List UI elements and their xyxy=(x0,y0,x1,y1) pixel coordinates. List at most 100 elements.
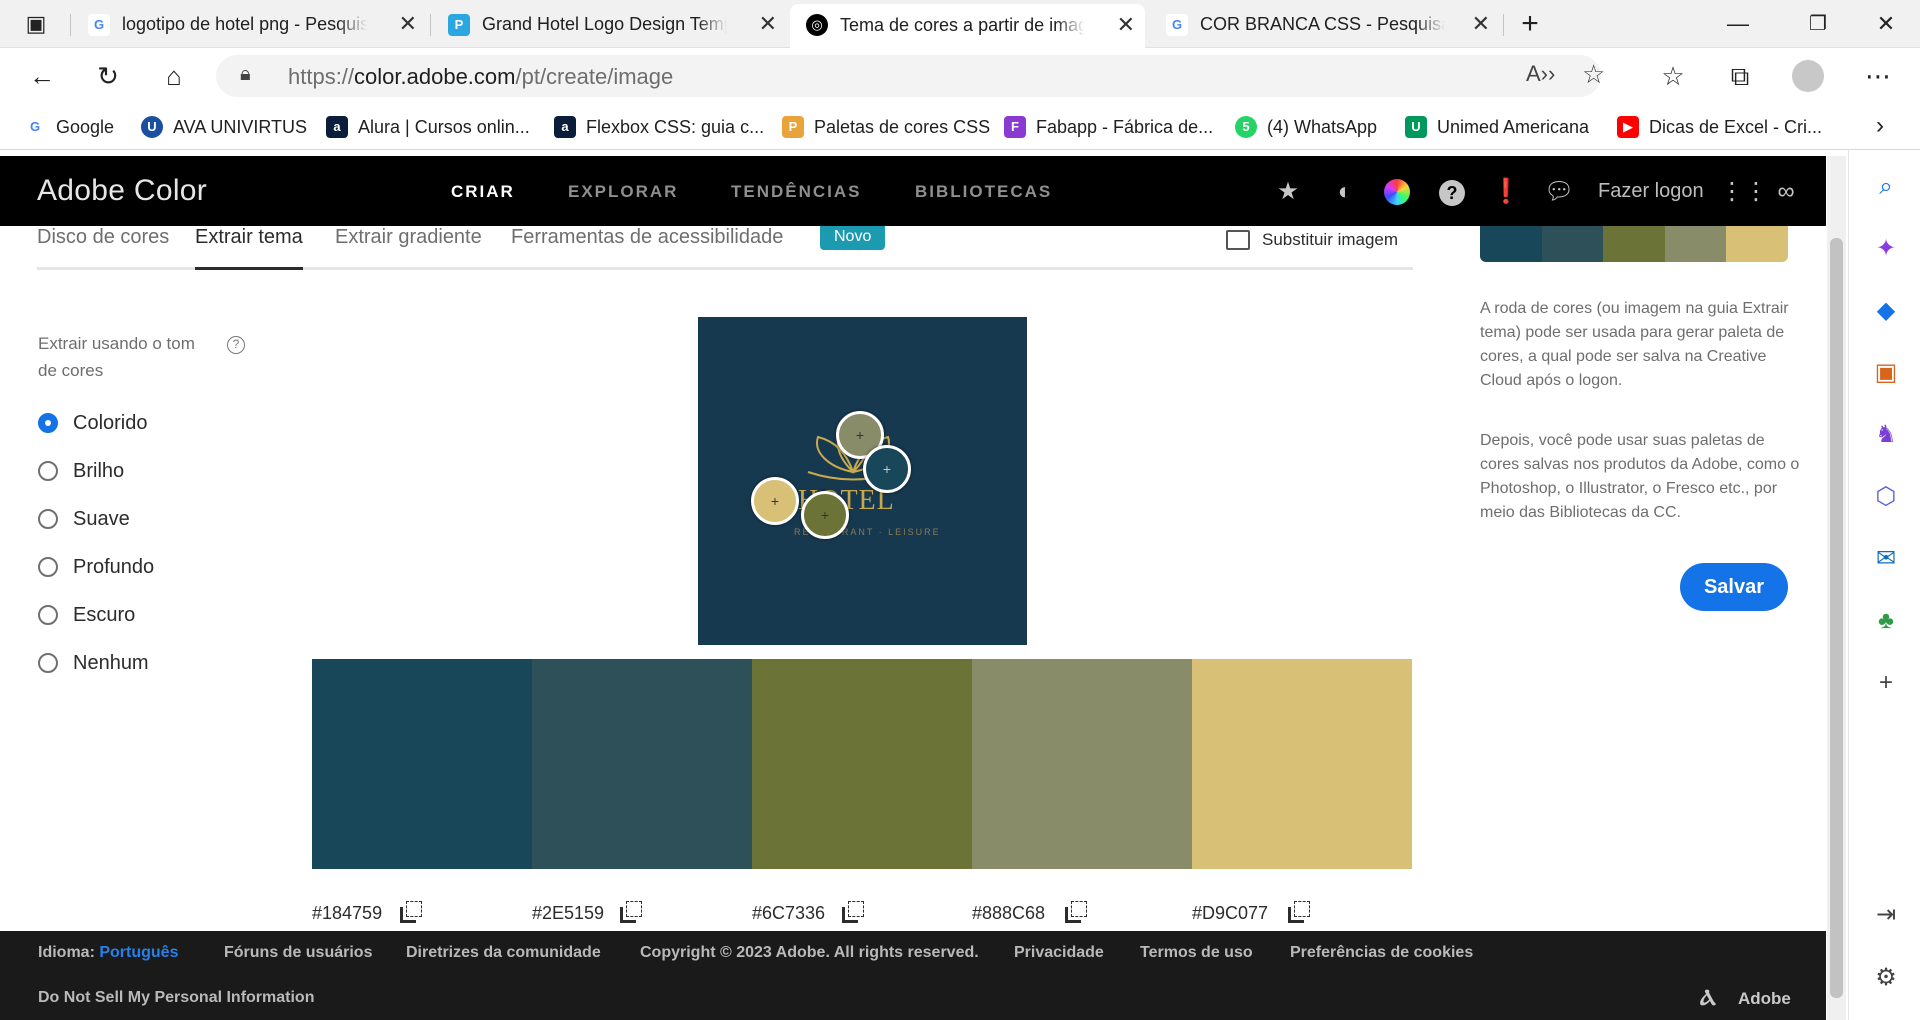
dark-mode-icon[interactable]: ◐ xyxy=(1330,177,1360,207)
restore-icon[interactable]: ❐ xyxy=(1800,6,1836,42)
tab-color-wheel[interactable]: Disco de cores xyxy=(37,226,169,270)
outlook-icon[interactable]: ✉ xyxy=(1871,544,1901,574)
address-bar[interactable]: 🔒︎ https://color.adobe.com/pt/create/ima… xyxy=(216,55,1605,97)
footer-link-privacy[interactable]: Privacidade xyxy=(1014,944,1104,962)
replace-image-button[interactable]: Substituir imagem xyxy=(1226,230,1398,250)
swatch[interactable] xyxy=(972,659,1192,869)
tab-actions-icon[interactable]: ▣ xyxy=(18,6,54,42)
bookmark-fabapp[interactable]: F Fabapp - Fábrica de... xyxy=(1004,114,1213,140)
swatch-hex[interactable]: #6C7336 xyxy=(752,903,825,924)
favorites-icon[interactable]: ☆ xyxy=(1655,58,1691,94)
copy-icon[interactable] xyxy=(842,901,864,923)
help-icon[interactable]: ? xyxy=(227,336,245,354)
bookmark-google[interactable]: G Google xyxy=(24,114,114,140)
nav-tendencias[interactable]: TENDÊNCIAS xyxy=(731,182,862,202)
close-tab-icon[interactable]: ✕ xyxy=(1472,6,1490,42)
mood-radio-colorido[interactable]: Colorido xyxy=(38,408,147,438)
footer-link-dnsmpi[interactable]: Do Not Sell My Personal Information xyxy=(38,989,314,1007)
copy-icon[interactable] xyxy=(620,901,642,923)
back-icon[interactable]: ← xyxy=(24,58,60,94)
copilot-icon[interactable]: ✦ xyxy=(1871,234,1901,264)
swatch[interactable] xyxy=(1192,659,1412,869)
color-picker-handle[interactable]: + xyxy=(863,445,911,493)
nav-criar[interactable]: CRIAR xyxy=(451,182,515,202)
browser-tab[interactable]: G COR BRANCA CSS - Pesquisa Google ✕ xyxy=(1150,6,1500,42)
footer-link-forums[interactable]: Fóruns de usuários xyxy=(224,944,372,962)
close-tab-icon[interactable]: ✕ xyxy=(1117,4,1135,46)
browser-tab-active[interactable]: ◎ Tema de cores a partir de imagem ✕ xyxy=(790,4,1145,48)
apps-grid-icon[interactable]: ⋮⋮ xyxy=(1720,177,1768,207)
bookmarks-overflow-icon[interactable]: › xyxy=(1862,108,1898,144)
mood-radio-profundo[interactable]: Profundo xyxy=(38,552,154,582)
bookmark-alura[interactable]: a Alura | Cursos onlin... xyxy=(326,114,530,140)
mood-radio-suave[interactable]: Suave xyxy=(38,504,130,534)
bookmark-ava-univirtus[interactable]: U AVA UNIVIRTUS xyxy=(141,114,307,140)
help-icon[interactable]: ? xyxy=(1437,177,1467,207)
office-icon[interactable]: ⬡ xyxy=(1871,482,1901,512)
creative-cloud-icon[interactable]: ∞ xyxy=(1768,177,1804,207)
bookmark-excel[interactable]: ▶ Dicas de Excel - Cri... xyxy=(1617,114,1822,140)
login-link[interactable]: Fazer logon xyxy=(1598,180,1704,203)
feedback-icon[interactable]: ❗ xyxy=(1491,177,1521,207)
home-icon[interactable]: ⌂ xyxy=(156,58,192,94)
read-aloud-icon[interactable]: A›› xyxy=(1526,61,1555,87)
tree-icon[interactable]: ♣ xyxy=(1871,606,1901,636)
swatch[interactable] xyxy=(532,659,752,869)
mood-radio-brilho[interactable]: Brilho xyxy=(38,456,124,486)
sidebar-toggle-icon[interactable]: ⇥ xyxy=(1871,900,1901,930)
mood-radio-nenhum[interactable]: Nenhum xyxy=(38,648,149,678)
star-icon[interactable]: ★ xyxy=(1273,177,1303,207)
close-window-icon[interactable]: ✕ xyxy=(1868,6,1904,42)
close-tab-icon[interactable]: ✕ xyxy=(759,6,777,42)
browser-tab[interactable]: P Grand Hotel Logo Design Template ✕ xyxy=(432,6,787,42)
tab-accessibility-tools[interactable]: Ferramentas de acessibilidade xyxy=(511,226,783,270)
search-icon[interactable]: ⌕ xyxy=(1871,172,1901,202)
mood-radio-escuro[interactable]: Escuro xyxy=(38,600,135,630)
add-icon[interactable]: + xyxy=(1871,668,1901,698)
swatch[interactable] xyxy=(312,659,532,869)
refresh-icon[interactable]: ↻ xyxy=(90,58,126,94)
add-favorite-icon[interactable]: ☆ xyxy=(1582,59,1605,90)
bookmark-unimed[interactable]: U Unimed Americana xyxy=(1405,114,1589,140)
language-selector[interactable]: Idioma: Português xyxy=(38,944,178,962)
adobe-footer-logo[interactable]: Ⲁ Adobe xyxy=(1700,985,1791,1010)
scrollbar-thumb[interactable] xyxy=(1830,238,1843,998)
bookmark-whatsapp[interactable]: 5 (4) WhatsApp xyxy=(1235,114,1377,140)
lock-icon[interactable]: 🔒︎ xyxy=(240,63,251,86)
copy-icon[interactable] xyxy=(1065,901,1087,923)
bookmark-paletas[interactable]: P Paletas de cores CSS xyxy=(782,114,990,140)
tab-extract-gradient[interactable]: Extrair gradiente xyxy=(335,226,482,270)
footer-link-terms[interactable]: Termos de uso xyxy=(1140,944,1253,962)
minimize-icon[interactable]: — xyxy=(1720,6,1756,42)
settings-icon[interactable]: ⚙ xyxy=(1871,963,1901,993)
color-picker-handle[interactable]: + xyxy=(751,477,799,525)
shopping-icon[interactable]: ◆ xyxy=(1871,296,1901,326)
swatch-hex[interactable]: #184759 xyxy=(312,903,382,924)
page-scrollbar[interactable] xyxy=(1827,156,1846,1020)
swatch-hex[interactable]: #D9C077 xyxy=(1192,903,1268,924)
close-tab-icon[interactable]: ✕ xyxy=(399,6,417,42)
bookmark-flexbox[interactable]: a Flexbox CSS: guia c... xyxy=(554,114,764,140)
footer-link-guidelines[interactable]: Diretrizes da comunidade xyxy=(406,944,601,962)
browser-tab[interactable]: G logotipo de hotel png - Pesquisa Googl… xyxy=(72,6,427,42)
swatch[interactable] xyxy=(752,659,972,869)
tab-extract-theme[interactable]: Extrair tema xyxy=(195,226,303,270)
collections-icon[interactable]: ⧉ xyxy=(1722,58,1758,94)
color-picker-handle[interactable]: + xyxy=(801,491,849,539)
save-button[interactable]: Salvar xyxy=(1680,563,1788,611)
nav-explorar[interactable]: EXPLORAR xyxy=(568,182,678,202)
copy-icon[interactable] xyxy=(1288,901,1310,923)
swatch-hex[interactable]: #2E5159 xyxy=(532,903,604,924)
copy-icon[interactable] xyxy=(400,901,422,923)
nav-bibliotecas[interactable]: BIBLIOTECAS xyxy=(915,182,1052,202)
profile-avatar[interactable] xyxy=(1790,58,1826,94)
swatch-hex[interactable]: #888C68 xyxy=(972,903,1045,924)
footer-link-cookies[interactable]: Preferências de cookies xyxy=(1290,944,1473,962)
tools-icon[interactable]: ▣ xyxy=(1871,358,1901,388)
color-wheel-icon[interactable] xyxy=(1382,177,1412,207)
new-tab-icon[interactable]: + xyxy=(1512,6,1548,42)
chat-icon[interactable]: 💬︎ xyxy=(1544,177,1574,207)
more-options-icon[interactable]: ⋯ xyxy=(1860,58,1896,94)
adobe-color-logo[interactable]: Adobe Color xyxy=(37,174,207,208)
games-icon[interactable]: ♞ xyxy=(1871,420,1901,450)
